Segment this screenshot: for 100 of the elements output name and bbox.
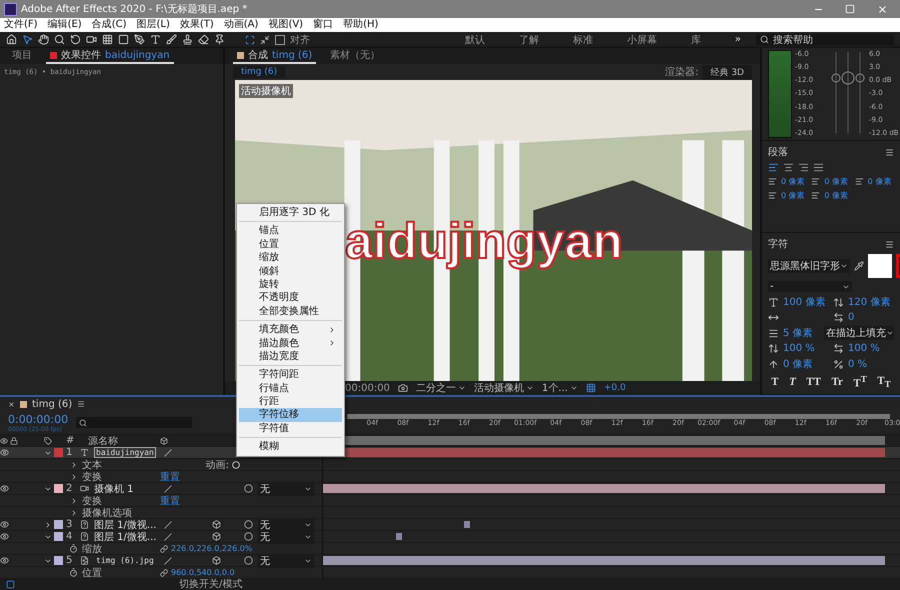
- parent-dropdown[interactable]: 无: [258, 554, 314, 568]
- close-icon[interactable]: [876, 4, 888, 14]
- context-menu-item[interactable]: 锚点: [239, 224, 342, 238]
- layer-name[interactable]: baidujingyan: [94, 447, 156, 458]
- property-value[interactable]: 226.0,226.0,226.0%: [171, 544, 252, 553]
- layer-row[interactable]: 2 摄像机 1 无: [0, 482, 900, 494]
- time-display[interactable]: 00:00:00: [345, 382, 390, 394]
- render-icon[interactable]: [6, 580, 15, 588]
- eye-icon[interactable]: [0, 484, 9, 493]
- axis-icon[interactable]: [260, 34, 270, 44]
- context-menu-item[interactable]: 填充颜色: [239, 323, 342, 337]
- layer-marker[interactable]: [464, 521, 470, 528]
- menu-item[interactable]: 编辑(E): [48, 18, 82, 32]
- menu-item[interactable]: 动画(A): [224, 18, 258, 32]
- pin-icon[interactable]: [214, 34, 225, 45]
- text-style-button[interactable]: Tr: [831, 376, 843, 388]
- quality-slash-icon[interactable]: [164, 448, 172, 456]
- snapshot-icon[interactable]: [398, 383, 408, 393]
- menu-item[interactable]: 帮助(H): [343, 18, 378, 32]
- context-menu-item[interactable]: 字符位移: [239, 408, 342, 422]
- menu-icon[interactable]: [885, 240, 894, 249]
- workspace-tab[interactable]: 小屏幕: [626, 32, 657, 46]
- align-checkbox[interactable]: [275, 34, 285, 44]
- workspace-tab[interactable]: 了解: [518, 32, 539, 46]
- rotate-icon[interactable]: [70, 34, 81, 45]
- menu-item[interactable]: 文件(F): [4, 18, 38, 32]
- panel-tab[interactable]: 素材（无）: [326, 48, 384, 64]
- menu-item[interactable]: 图层(L): [136, 18, 170, 32]
- home-icon[interactable]: [6, 34, 17, 45]
- context-menu-item[interactable]: 不透明度: [239, 291, 342, 305]
- animate-menu-icon[interactable]: [232, 460, 240, 468]
- parent-pickwhip-icon[interactable]: [244, 556, 253, 565]
- camera-dropdown[interactable]: 活动摄像机: [474, 381, 534, 395]
- composition-tab[interactable]: timg (6): [233, 66, 286, 78]
- stroke-mode-dropdown[interactable]: 在描边上填充: [824, 326, 894, 340]
- toggle-switches-modes[interactable]: 切换开关/模式: [179, 577, 242, 590]
- 3d-cube-icon[interactable]: [212, 520, 221, 529]
- context-menu-item[interactable]: 行距: [239, 395, 342, 408]
- property-value[interactable]: 960.0,540.0,0.0: [171, 568, 235, 577]
- context-menu-item[interactable]: 启用逐字 3D 化: [239, 206, 342, 220]
- 3d-cube-icon[interactable]: [212, 556, 221, 565]
- parent-dropdown[interactable]: 无: [258, 518, 314, 532]
- label-color-swatch[interactable]: [54, 520, 63, 529]
- rectangle-icon[interactable]: [118, 34, 129, 45]
- stopwatch-icon[interactable]: [69, 568, 78, 577]
- font-dropdown[interactable]: 思源黑体旧字形: [768, 259, 850, 274]
- maximize-icon[interactable]: [845, 4, 855, 14]
- align-center-icon[interactable]: [783, 162, 794, 173]
- more-workspaces[interactable]: »: [734, 34, 741, 45]
- field-value[interactable]: 0 %: [848, 358, 868, 370]
- eye-icon[interactable]: [0, 532, 9, 541]
- label-color-swatch[interactable]: [54, 556, 63, 565]
- layer-name[interactable]: 摄像机 1: [94, 482, 134, 496]
- stopwatch-icon[interactable]: [69, 544, 78, 553]
- context-menu-item[interactable]: 位置: [239, 238, 342, 252]
- context-menu-item[interactable]: 旋转: [239, 278, 342, 292]
- justify-icon[interactable]: [813, 162, 824, 173]
- axis-icon[interactable]: [245, 34, 255, 44]
- zoom-dropdown[interactable]: 二分之一: [416, 381, 466, 395]
- indent-value[interactable]: 0 像素: [868, 176, 892, 187]
- name-header[interactable]: 源名称: [88, 434, 118, 448]
- quality-slash-icon[interactable]: [164, 556, 172, 564]
- workspace-tab[interactable]: 默认: [464, 32, 485, 46]
- layer-name[interactable]: timg (6).jpg: [94, 555, 156, 566]
- layer-row[interactable]: 5 timg (6).jpg 无: [0, 554, 900, 566]
- context-menu-item[interactable]: 行锚点: [239, 382, 342, 396]
- type-icon[interactable]: [150, 34, 161, 45]
- stamp-icon[interactable]: [182, 34, 193, 45]
- quality-slash-icon[interactable]: [164, 484, 172, 492]
- context-menu-item[interactable]: 字符间距: [239, 368, 342, 382]
- timeline-tab[interactable]: timg (6): [32, 398, 72, 410]
- layer-name[interactable]: 图层 1/微视...: [94, 530, 156, 544]
- menu-item[interactable]: 效果(T): [180, 18, 214, 32]
- field-value[interactable]: 100 %: [848, 343, 880, 354]
- grid-icon[interactable]: [586, 383, 596, 393]
- align-left-icon[interactable]: [768, 162, 779, 173]
- menu-icon[interactable]: [885, 148, 894, 156]
- close-icon[interactable]: [8, 400, 15, 408]
- eye-icon[interactable]: [0, 448, 9, 457]
- stroke-width-value[interactable]: 5 像素: [783, 326, 813, 340]
- reset-link[interactable]: 重置: [160, 470, 180, 484]
- panel-tab[interactable]: 合成 timg (6): [233, 48, 316, 64]
- pen-icon[interactable]: [134, 34, 145, 45]
- pan-behind-icon[interactable]: [102, 34, 113, 45]
- layer-marker[interactable]: [396, 533, 402, 540]
- context-menu-item[interactable]: 描边宽度: [239, 350, 342, 364]
- camera-icon[interactable]: [86, 34, 97, 45]
- eye-icon[interactable]: [0, 556, 9, 565]
- indent-value[interactable]: 0 像素: [824, 176, 848, 187]
- magnifier-icon[interactable]: [54, 34, 65, 45]
- layer-search-field[interactable]: [76, 417, 192, 428]
- workspace-tab[interactable]: 库: [690, 32, 701, 46]
- text-style-button[interactable]: T$^{T}$: [853, 374, 867, 390]
- label-color-swatch[interactable]: [54, 448, 63, 457]
- text-style-button[interactable]: T: [771, 376, 779, 388]
- indent-value[interactable]: 0 像素: [781, 176, 805, 187]
- field-value[interactable]: 120 像素: [848, 295, 890, 310]
- indent-value[interactable]: 0 像素: [824, 190, 848, 201]
- parent-dropdown[interactable]: 无: [258, 482, 314, 496]
- parent-pickwhip-icon[interactable]: [244, 484, 253, 493]
